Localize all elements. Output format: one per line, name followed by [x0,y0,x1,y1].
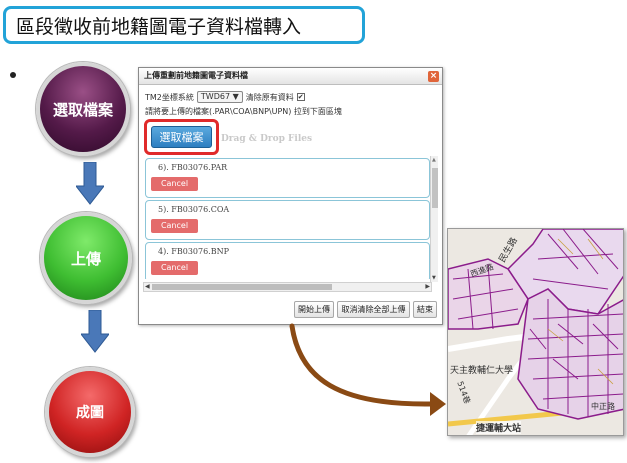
scroll-up-icon[interactable]: ▲ [432,157,436,163]
down-arrow-icon [76,162,104,205]
scroll-right-icon[interactable]: ▶ [425,283,430,290]
list-item: 5). FB03076.COA Cancel [145,200,430,240]
dialog-title-bar: 上傳重劃前地籍圖電子資料檔 × [139,68,442,85]
bullet-point [10,72,16,78]
scroll-thumb[interactable] [152,284,332,290]
coord-row: TM2坐標系統 TWD67 ▼ 清除原有資料 ✔ [145,90,305,104]
map-road-label: 中正路 [591,402,615,411]
upload-hint: 請將要上傳的檔案(.PAR\COA\BNP\UPN) 拉到下面區塊 [145,107,342,116]
step-select-files: 選取檔案 [36,62,130,156]
vertical-scrollbar[interactable]: ▲ ▼ [430,156,438,282]
list-item: 6). FB03076.PAR Cancel [145,158,430,198]
close-dialog-button[interactable]: 結束 [413,301,437,318]
coord-label: TM2坐標系統 [145,92,194,102]
down-arrow-icon [81,310,109,353]
cadastral-map: 民生路 西進路 天主教輔仁大學 捷運輔大站 514巷 中正路 [447,228,624,436]
map-school-label: 天主教輔仁大學 [450,366,514,376]
slide-title: 區段徵收前地籍圖電子資料檔轉入 [3,6,365,44]
drop-zone-hint[interactable]: Drag & Drop Files [221,134,312,144]
step-upload: 上傳 [40,212,132,304]
cancel-file-button[interactable]: Cancel [151,261,198,275]
file-list[interactable]: 6). FB03076.PAR Cancel 5). FB03076.COA C… [143,156,431,279]
dialog-title: 上傳重劃前地籍圖電子資料檔 [144,71,248,80]
select-button-highlight: 選取檔案 [144,119,219,155]
upload-dialog: 上傳重劃前地籍圖電子資料檔 × TM2坐標系統 TWD67 ▼ 清除原有資料 ✔… [138,67,443,325]
scroll-thumb[interactable] [432,168,438,208]
close-icon[interactable]: × [428,71,439,82]
coord-system-select[interactable]: TWD67 ▼ [196,91,243,103]
cancel-file-button[interactable]: Cancel [151,177,198,191]
clear-data-checkbox[interactable]: ✔ [296,93,305,101]
scroll-down-icon[interactable]: ▼ [432,275,436,281]
cancel-file-button[interactable]: Cancel [151,219,198,233]
clear-data-label: 清除原有資料 [245,92,294,102]
cancel-all-upload-button[interactable]: 取消清除全部上傳 [337,301,410,318]
file-name: 5). FB03076.COA [158,205,230,214]
scroll-left-icon[interactable]: ◀ [145,283,150,290]
start-upload-button[interactable]: 開始上傳 [294,301,334,318]
list-item: 4). FB03076.BNP Cancel [145,242,430,279]
horizontal-scrollbar[interactable]: ◀ ▶ [143,282,432,292]
map-station-label: 捷運輔大站 [476,421,522,434]
file-name: 6). FB03076.PAR [158,163,228,172]
select-files-button[interactable]: 選取檔案 [151,126,212,148]
step-render-map: 成圖 [45,367,135,457]
file-name: 4). FB03076.BNP [158,247,229,256]
